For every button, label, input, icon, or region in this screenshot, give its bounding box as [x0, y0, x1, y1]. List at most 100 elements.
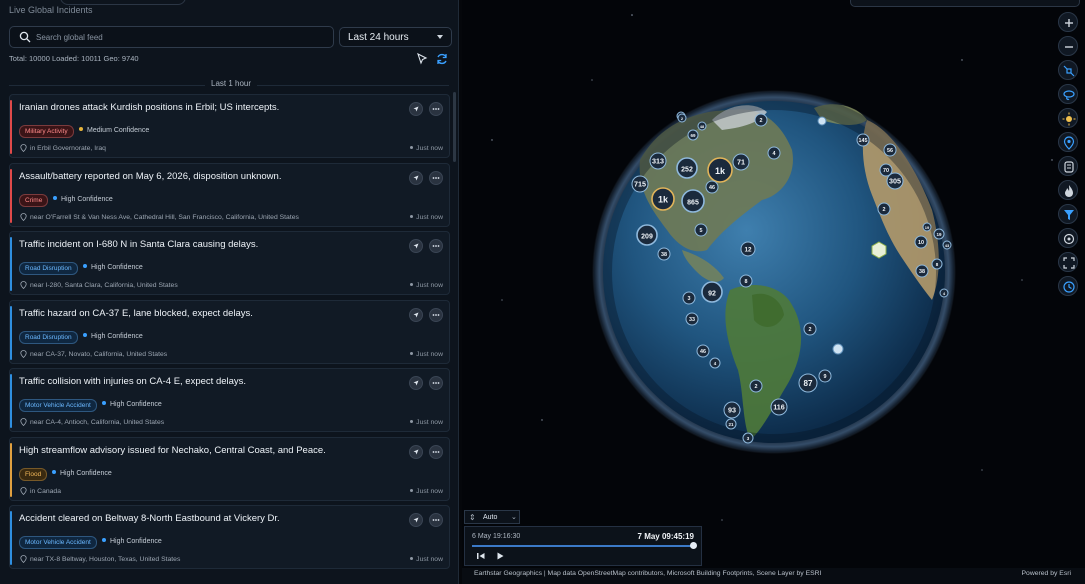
cluster-marker[interactable]: 46: [696, 344, 710, 358]
globe-svg[interactable]: 313252 1k717151k 8654620938512892333246487…: [462, 0, 1085, 584]
globe-map[interactable]: 313 252 1k 71 715 1k 865 46 209 38 5 12 8 92 3 33 2 46 4 87…: [462, 0, 1085, 584]
cluster-marker[interactable]: 56: [883, 143, 897, 157]
more-button[interactable]: [429, 102, 443, 116]
cluster-marker[interactable]: 48: [697, 121, 707, 131]
fire-layer-button[interactable]: [1058, 180, 1078, 200]
feed-scrollbar[interactable]: [453, 92, 456, 162]
cluster-marker[interactable]: 38: [915, 264, 929, 278]
cluster-marker[interactable]: 1k: [707, 157, 733, 183]
fullscreen-button[interactable]: [1058, 252, 1078, 272]
cluster-marker[interactable]: 4: [767, 146, 781, 160]
recenter-button[interactable]: [1058, 228, 1078, 248]
cluster-marker[interactable]: 46: [705, 180, 719, 194]
daylight-button[interactable]: [1058, 108, 1078, 128]
more-button[interactable]: [429, 307, 443, 322]
layers-button[interactable]: [1058, 156, 1078, 176]
lasso-button[interactable]: [1058, 84, 1078, 104]
navigate-button[interactable]: [409, 239, 423, 253]
cluster-marker[interactable]: 8: [739, 274, 753, 288]
cluster-marker[interactable]: 4: [939, 288, 949, 298]
cluster-marker[interactable]: 43: [942, 240, 952, 250]
cluster-marker[interactable]: 19: [922, 222, 932, 232]
navigate-button[interactable]: [409, 444, 423, 459]
cluster-marker[interactable]: 21: [725, 418, 737, 430]
collapse-icon[interactable]: ⇕: [469, 513, 476, 522]
more-button[interactable]: [429, 444, 443, 459]
playback-mode-select[interactable]: ⇕ Auto ⌄: [464, 510, 520, 524]
time-text: Just now: [416, 419, 443, 426]
zoom-in-button[interactable]: [1058, 12, 1078, 32]
more-button[interactable]: [429, 376, 443, 390]
time-range-select[interactable]: Last 24 hours: [339, 27, 452, 47]
cluster-count: 46: [700, 349, 706, 355]
cluster-marker[interactable]: 865: [681, 189, 705, 213]
cluster-marker[interactable]: 2: [754, 113, 768, 127]
incident-card[interactable]: Accident cleared on Beltway 8-North East…: [9, 505, 450, 569]
search-box[interactable]: [9, 26, 334, 48]
map-search-bar[interactable]: [850, 0, 1080, 7]
cluster-marker[interactable]: 87: [798, 373, 818, 393]
cluster-marker[interactable]: 252: [676, 157, 698, 179]
incident-card[interactable]: Traffic hazard on CA-37 E, lane blocked,…: [9, 299, 450, 364]
cluster-marker[interactable]: 4: [709, 357, 721, 369]
timeline-handle[interactable]: [690, 542, 697, 549]
cluster-marker[interactable]: 19: [933, 228, 945, 240]
powered-by-esri[interactable]: Powered by Esri: [1022, 570, 1072, 577]
cluster-marker[interactable]: 2: [677, 113, 687, 123]
cluster-marker[interactable]: 209: [636, 224, 658, 246]
incident-card[interactable]: High streamflow advisory issued for Nech…: [9, 436, 450, 501]
cluster-marker[interactable]: 2: [877, 202, 891, 216]
cluster-marker[interactable]: 116: [770, 398, 788, 416]
timeline-track[interactable]: [472, 545, 694, 547]
cluster-count: 2: [760, 118, 763, 124]
cluster-marker[interactable]: 38: [657, 247, 671, 261]
cluster-count: 1k: [715, 166, 726, 176]
cluster-marker[interactable]: 2: [803, 322, 817, 336]
cluster-marker[interactable]: 71: [732, 153, 750, 171]
cluster-marker[interactable]: 69: [687, 129, 699, 141]
cluster-marker[interactable]: 3: [742, 432, 754, 444]
cluster-marker[interactable]: 33: [685, 312, 699, 326]
cluster-marker[interactable]: 8: [931, 258, 943, 270]
cluster-marker[interactable]: 93: [723, 401, 741, 419]
more-button[interactable]: [429, 239, 443, 253]
cluster-marker[interactable]: 9: [818, 369, 832, 383]
cluster-count: 92: [708, 290, 716, 297]
skip-back-icon[interactable]: [476, 551, 486, 561]
cluster-marker[interactable]: 313: [649, 152, 667, 170]
more-button[interactable]: [429, 170, 443, 185]
incident-card[interactable]: Traffic collision with injuries on CA-4 …: [9, 368, 450, 432]
location-pin-icon: [20, 418, 27, 427]
cluster-marker[interactable]: 305: [886, 172, 904, 190]
more-button[interactable]: [429, 513, 443, 527]
zoom-out-button[interactable]: [1058, 36, 1078, 56]
cluster-marker[interactable]: 92: [701, 281, 723, 303]
locate-button[interactable]: [1058, 132, 1078, 152]
incident-card[interactable]: Assault/battery reported on May 6, 2026,…: [9, 162, 450, 227]
navigate-button[interactable]: [409, 170, 423, 185]
navigate-button[interactable]: [409, 513, 423, 527]
navigate-button[interactable]: [409, 102, 423, 116]
incident-card[interactable]: Traffic incident on I-680 N in Santa Cla…: [9, 231, 450, 295]
confidence-dot: [52, 469, 56, 474]
cluster-marker[interactable]: 12: [740, 241, 756, 257]
cluster-marker[interactable]: 715: [631, 175, 649, 193]
cluster-marker[interactable]: 3: [682, 291, 696, 305]
play-icon[interactable]: [495, 551, 505, 561]
satellite-button[interactable]: [1058, 60, 1078, 80]
cluster-marker[interactable]: 10: [914, 235, 928, 249]
compass-icon: [413, 312, 419, 317]
incident-card[interactable]: Iranian drones attack Kurdish positions …: [9, 94, 450, 158]
cluster-marker[interactable]: 5: [694, 223, 708, 237]
cluster-marker[interactable]: 2: [749, 379, 763, 393]
cursor-icon[interactable]: [415, 52, 429, 66]
search-input[interactable]: [34, 29, 328, 46]
refresh-icon[interactable]: [435, 52, 449, 66]
navigate-button[interactable]: [409, 307, 423, 322]
navigate-button[interactable]: [409, 376, 423, 390]
cluster-marker[interactable]: 1k: [651, 187, 675, 211]
cluster-marker[interactable]: 145: [856, 133, 870, 147]
cluster-count: 1k: [658, 195, 669, 205]
filter-button[interactable]: [1058, 204, 1078, 224]
timeline-button[interactable]: [1058, 276, 1078, 296]
